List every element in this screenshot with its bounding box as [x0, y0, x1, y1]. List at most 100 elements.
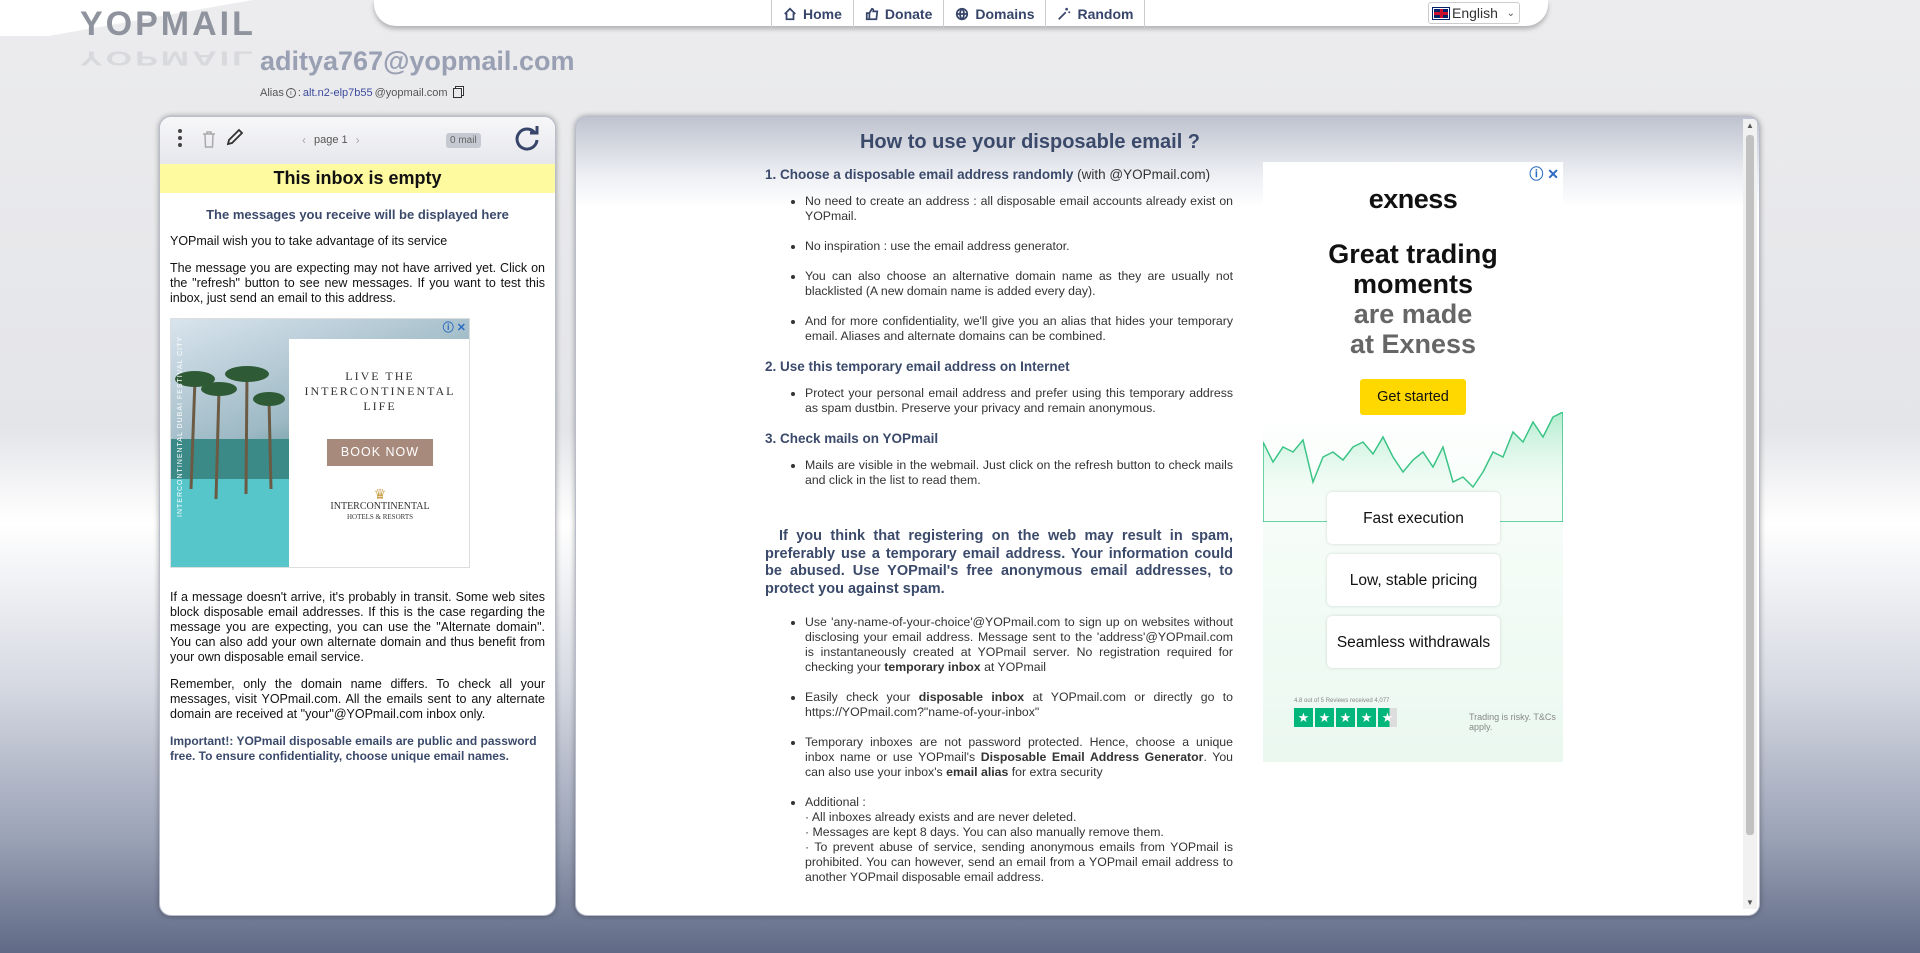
thumbs-up-icon — [865, 7, 879, 21]
trustpilot-text: 4.8 out of 5 Reviews received 4,077 — [1294, 698, 1390, 704]
yopmail-logo[interactable]: YOPMAIL — [80, 6, 256, 42]
home-icon — [784, 7, 796, 21]
nav-random[interactable]: Random — [1046, 0, 1146, 28]
inbox-empty-banner: This inbox is empty — [160, 164, 555, 193]
help-p4: Remember, only the domain name differs. … — [170, 677, 545, 721]
inbox-toolbar: ‹ page 1 › 0 mail — [160, 117, 555, 164]
ad-brand: exness — [1368, 184, 1458, 214]
howto-title: How to use your disposable email ? — [859, 131, 1201, 153]
inbox-email: aditya767@yopmail.com — [260, 46, 575, 76]
ad-close-icon[interactable]: ⓘ ✕ — [443, 321, 466, 336]
logo-reflection: YOPMAIL — [80, 46, 256, 70]
b4-line: · Messages are kept 8 days. You can also… — [805, 825, 1164, 839]
benefits-list: Use 'any-name-of-your-choice'@YOPmail.co… — [805, 615, 1233, 885]
list-item: No inspiration : use the email address g… — [805, 239, 1233, 254]
nav-home[interactable]: Home — [772, 0, 854, 28]
get-started-button[interactable]: Get started — [1360, 379, 1466, 415]
star-icon: ★ — [1357, 708, 1376, 727]
scroll-down-icon[interactable]: ▼ — [1746, 898, 1754, 907]
ad-headline-1: Great trading — [1328, 239, 1498, 269]
language-label: English — [1452, 5, 1498, 21]
list-item: Temporary inboxes are not password prote… — [805, 735, 1233, 780]
howto-content: 1. Choose a disposable email address ran… — [765, 167, 1233, 900]
pencil-icon[interactable] — [226, 128, 244, 146]
content-panel: How to use your disposable email ? 1. Ch… — [575, 116, 1760, 916]
list-item: Protect your personal email address and … — [805, 386, 1233, 416]
inbox-subtitle: The messages you receive will be display… — [206, 207, 509, 222]
nav-domains-label: Domains — [975, 6, 1035, 22]
star-icon: ★ — [1315, 708, 1334, 727]
refresh-icon[interactable] — [513, 125, 541, 153]
b2-text: Easily check your — [805, 690, 911, 704]
ad-headline-2: moments — [1352, 269, 1474, 299]
help-p2: The message you are expecting may not ha… — [170, 261, 545, 305]
section-2-title: 2. Use this temporary email address on I… — [765, 359, 1070, 374]
trash-icon[interactable] — [202, 130, 216, 148]
feature-low-pricing: Low, stable pricing — [1327, 554, 1500, 606]
nav-donate[interactable]: Donate — [854, 0, 945, 28]
crown-icon: ♛ — [373, 488, 387, 503]
ad-headline: Great trading moments are made at Exness — [1263, 239, 1563, 359]
list-item: You can also choose an alternative domai… — [805, 269, 1233, 299]
list-item: No need to create an address : all dispo… — [805, 194, 1233, 224]
globe-icon — [956, 7, 969, 21]
risk-disclaimer: Trading is risky. T&Cs apply. — [1469, 712, 1556, 732]
ad-tagline: LIVE THE INTERCONTINENTAL LIFE — [304, 369, 456, 413]
b4-line: · All inboxes already exists and are nev… — [805, 810, 1077, 824]
b4-title: Additional : — [805, 795, 866, 809]
section-1-suffix: (with @YOPmail.com) — [1077, 167, 1211, 182]
nav-home-label: Home — [803, 6, 842, 22]
ad-intercontinental[interactable]: INTERCONTINENTAL DUBAI FESTIVAL CITY LIV… — [170, 318, 470, 568]
ad-card: LIVE THE INTERCONTINENTAL LIFE BOOK NOW … — [289, 339, 469, 567]
ad-brand-name: INTERCONTINENTAL — [330, 501, 430, 512]
star-icon: ★ — [1294, 708, 1313, 727]
alias-row: Alias i : alt.n2-elp7b55 @yopmail.com — [260, 87, 462, 99]
list-item: Easily check your disposable inbox at YO… — [805, 690, 1233, 720]
ad-exness[interactable]: ⓘ ✕ exness Great trading moments are mad… — [1263, 162, 1563, 762]
ad-vertical-text: INTERCONTINENTAL DUBAI FESTIVAL CITY — [177, 335, 184, 517]
b3-bold: Disposable Email Address Generator — [980, 750, 1204, 764]
nav-domains[interactable]: Domains — [944, 0, 1047, 28]
section-1-title: 1. Choose a disposable email address ran… — [765, 167, 1211, 182]
star-half-icon: ★ — [1378, 708, 1397, 727]
info-icon[interactable]: i — [285, 88, 296, 98]
list-item: And for more confidentiality, we'll give… — [805, 314, 1233, 344]
alias-value: alt.n2-elp7b55 — [302, 87, 373, 99]
b3-bold2: email alias — [946, 765, 1009, 779]
inbox-panel: ‹ page 1 › 0 mail This inbox is empty Th… — [159, 116, 556, 916]
star-icon: ★ — [1336, 708, 1355, 727]
language-select[interactable]: English ⌄ — [1428, 2, 1520, 24]
feature-fast-execution: Fast execution — [1327, 492, 1500, 544]
b1-bold: temporary inbox — [884, 660, 981, 674]
trustpilot-stars: ★ ★ ★ ★ ★ — [1294, 708, 1397, 727]
help-important: Important!: YOPmail disposable emails ar… — [170, 734, 537, 763]
next-page-icon[interactable]: › — [356, 133, 360, 147]
ad-headline-4: at Exness — [1349, 329, 1477, 359]
b1-end: at YOPmail — [984, 660, 1047, 674]
scrollbar-thumb[interactable] — [1746, 135, 1754, 835]
section-2-list: Protect your personal email address and … — [805, 386, 1233, 416]
page-label: page 1 — [314, 134, 348, 146]
scroll-up-icon[interactable]: ▲ — [1746, 121, 1754, 130]
b3-end: for extra security — [1011, 765, 1103, 779]
help-p1: YOPmail wish you to take advantage of it… — [170, 234, 448, 248]
help-p3: If a message doesn't arrive, it's probab… — [170, 590, 545, 664]
prev-page-icon[interactable]: ‹ — [302, 133, 306, 147]
spam-warning: If you think that registering on the web… — [765, 528, 1233, 597]
alias-domain: @yopmail.com — [374, 87, 448, 99]
uk-flag-icon — [1432, 6, 1450, 20]
ad-headline-3: are made — [1353, 299, 1473, 329]
section-3-list: Mails are visible in the webmail. Just c… — [805, 458, 1233, 488]
inbox-help: The messages you receive will be display… — [160, 207, 555, 764]
list-item: Additional : · All inboxes already exist… — [805, 795, 1233, 885]
copy-icon[interactable] — [452, 88, 462, 98]
main-nav: Home Donate Domains Random — [771, 0, 1146, 28]
ad-close-icon[interactable]: ⓘ ✕ — [1529, 164, 1559, 184]
feature-withdrawals: Seamless withdrawals — [1327, 616, 1500, 668]
ad-brand-sub: HOTELS & RESORTS — [346, 513, 414, 521]
more-options-icon[interactable] — [178, 129, 182, 150]
mail-count-badge: 0 mail — [446, 133, 481, 148]
scrollbar[interactable]: ▲ ▼ — [1743, 119, 1757, 909]
book-now-button[interactable]: BOOK NOW — [326, 439, 434, 466]
list-item: Use 'any-name-of-your-choice'@YOPmail.co… — [805, 615, 1233, 675]
